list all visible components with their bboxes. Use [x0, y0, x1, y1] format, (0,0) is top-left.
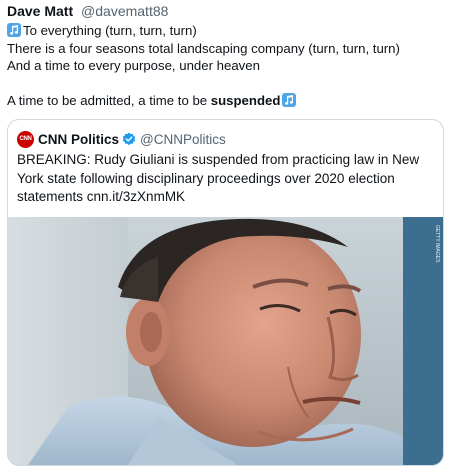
tweet-header: Dave Matt @davematt88 [7, 2, 168, 20]
tweet-line: There is a four seasons total landscapin… [7, 40, 400, 56]
quoted-tweet[interactable]: CNN CNN Politics @CNNPolitics BREAKING: … [7, 119, 444, 466]
tweet-line: And a time to every purpose, under heave… [7, 58, 260, 73]
musical-notes-icon [7, 23, 21, 37]
author-handle[interactable]: @davematt88 [81, 3, 168, 19]
tweet: Dave Matt @davematt88 To everything (tur… [0, 0, 450, 467]
quoted-header: CNN CNN Politics @CNNPolitics [17, 130, 226, 148]
bold-word: suspended [210, 93, 281, 108]
portrait-illustration [28, 218, 403, 465]
quoted-author-name[interactable]: CNN Politics [38, 132, 119, 147]
tweet-line-text: To everything (turn, turn, turn) [23, 23, 197, 38]
photo-credit: GETTY IMAGES [434, 225, 440, 263]
musical-notes-icon [282, 93, 297, 107]
author-name[interactable]: Dave Matt [7, 3, 73, 19]
logo-text: CNN [19, 136, 32, 142]
tweet-line-text: A time to be admitted, a time to be [7, 93, 211, 108]
tweet-line: To everything (turn, turn, turn) [7, 22, 445, 40]
quoted-author-handle[interactable]: @CNNPolitics [140, 132, 226, 147]
quoted-text: BREAKING: Rudy Giuliani is suspended fro… [17, 152, 420, 204]
cnn-logo-icon[interactable]: CNN [17, 130, 34, 148]
tweet-text: To everything (turn, turn, turn) There i… [7, 22, 445, 110]
verified-badge-icon [122, 132, 136, 146]
tweet-line: A time to be admitted, a time to be susp… [7, 92, 445, 110]
quoted-photo[interactable]: GETTY IMAGES [8, 217, 443, 465]
